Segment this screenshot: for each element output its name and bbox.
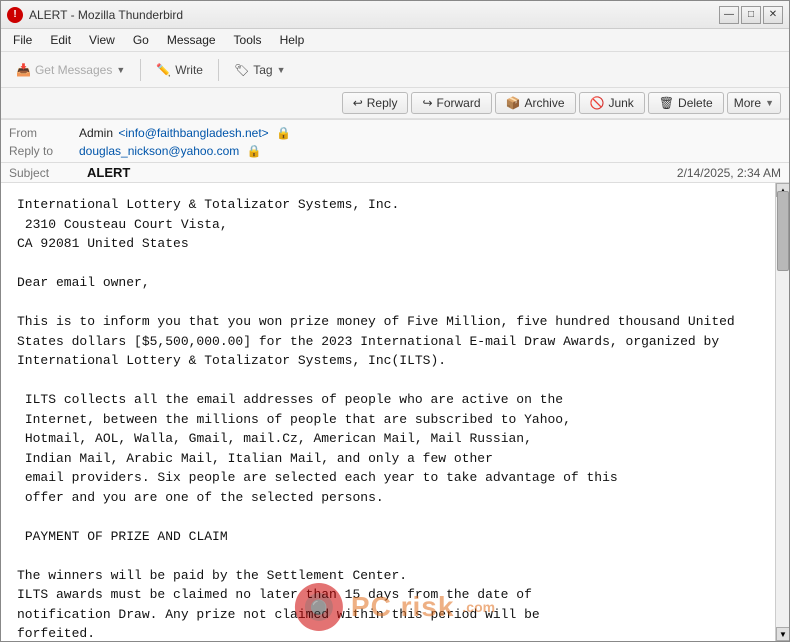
sender-name: Admin [79, 126, 113, 140]
vertical-scrollbar[interactable]: ▲ ▼ [775, 183, 789, 641]
reply-button[interactable]: ↩ Reply [342, 92, 409, 114]
menu-message[interactable]: Message [159, 31, 224, 49]
reply-icon: ↩ [353, 96, 363, 110]
email-body[interactable]: International Lottery & Totalizator Syst… [1, 183, 775, 641]
main-toolbar: 📥 Get Messages ▼ ✏️ Write 🏷 Tag ▼ [1, 52, 789, 88]
archive-button[interactable]: 📦 Archive [495, 92, 576, 114]
app-icon: ! [7, 7, 23, 23]
toolbar-separator-2 [218, 59, 219, 81]
write-button[interactable]: ✏️ Write [147, 59, 212, 81]
menu-view[interactable]: View [81, 31, 123, 49]
close-button[interactable]: ✕ [763, 6, 783, 24]
get-messages-dropdown-arrow[interactable]: ▼ [116, 65, 125, 75]
more-dropdown-arrow: ▼ [765, 98, 774, 108]
junk-icon: 🚫 [590, 96, 605, 110]
menu-go[interactable]: Go [125, 31, 157, 49]
action-buttons: ↩ Reply ↪ Forward 📦 Archive 🚫 Junk 🗑 [342, 92, 781, 114]
action-bar: ↩ Reply ↪ Forward 📦 Archive 🚫 Junk 🗑 [1, 88, 789, 119]
scroll-down-arrow[interactable]: ▼ [776, 627, 789, 641]
tag-button[interactable]: 🏷 Tag ▼ [225, 59, 295, 81]
tag-icon: 🏷 [234, 63, 249, 77]
minimize-button[interactable]: — [719, 6, 739, 24]
email-body-text: International Lottery & Totalizator Syst… [17, 195, 759, 641]
subject-label: Subject [9, 166, 79, 180]
email-header: ↩ Reply ↪ Forward 📦 Archive 🚫 Junk 🗑 [1, 88, 789, 183]
email-subject: ALERT [87, 165, 130, 180]
more-button[interactable]: More ▼ [727, 92, 781, 114]
forward-button[interactable]: ↪ Forward [411, 92, 491, 114]
menu-file[interactable]: File [5, 31, 40, 49]
window-title: ALERT - Mozilla Thunderbird [29, 8, 183, 22]
get-messages-icon: 📥 [16, 63, 31, 77]
reply-to-value: douglas_nickson@yahoo.com 🔒 [79, 144, 781, 158]
title-bar-left: ! ALERT - Mozilla Thunderbird [7, 7, 183, 23]
reply-to-email: douglas_nickson@yahoo.com [79, 144, 239, 158]
menu-tools[interactable]: Tools [226, 31, 270, 49]
window-controls: — □ ✕ [719, 6, 783, 24]
toolbar-separator-1 [140, 59, 141, 81]
from-value: Admin <info@faithbangladesh.net> 🔒 [79, 126, 781, 140]
main-window: ! ALERT - Mozilla Thunderbird — □ ✕ File… [0, 0, 790, 642]
write-icon: ✏️ [156, 63, 171, 77]
subject-section: Subject ALERT [9, 165, 130, 180]
delete-button[interactable]: 🗑 Delete [648, 92, 724, 114]
menu-edit[interactable]: Edit [42, 31, 79, 49]
delete-icon: 🗑 [659, 96, 674, 110]
from-row: From Admin <info@faithbangladesh.net> 🔒 [9, 124, 781, 142]
scroll-thumb[interactable] [777, 191, 789, 271]
subject-row: Subject ALERT 2/14/2025, 2:34 AM [1, 163, 789, 182]
reply-to-label: Reply to [9, 144, 79, 158]
menu-help[interactable]: Help [272, 31, 313, 49]
get-messages-button[interactable]: 📥 Get Messages ▼ [7, 59, 134, 81]
email-metadata: From Admin <info@faithbangladesh.net> 🔒 … [1, 120, 789, 162]
sender-security-icon: 🔒 [276, 126, 291, 140]
from-label: From [9, 126, 79, 140]
title-bar: ! ALERT - Mozilla Thunderbird — □ ✕ [1, 1, 789, 29]
email-body-container: International Lottery & Totalizator Syst… [1, 183, 789, 641]
maximize-button[interactable]: □ [741, 6, 761, 24]
menu-bar: File Edit View Go Message Tools Help [1, 29, 789, 52]
sender-email: <info@faithbangladesh.net> [118, 126, 268, 140]
reply-to-security-icon: 🔒 [247, 144, 262, 158]
reply-to-row: Reply to douglas_nickson@yahoo.com 🔒 [9, 142, 781, 160]
forward-icon: ↪ [422, 96, 432, 110]
archive-icon: 📦 [506, 96, 521, 110]
tag-dropdown-arrow[interactable]: ▼ [277, 65, 286, 75]
junk-button[interactable]: 🚫 Junk [579, 92, 645, 114]
email-date: 2/14/2025, 2:34 AM [677, 166, 781, 180]
